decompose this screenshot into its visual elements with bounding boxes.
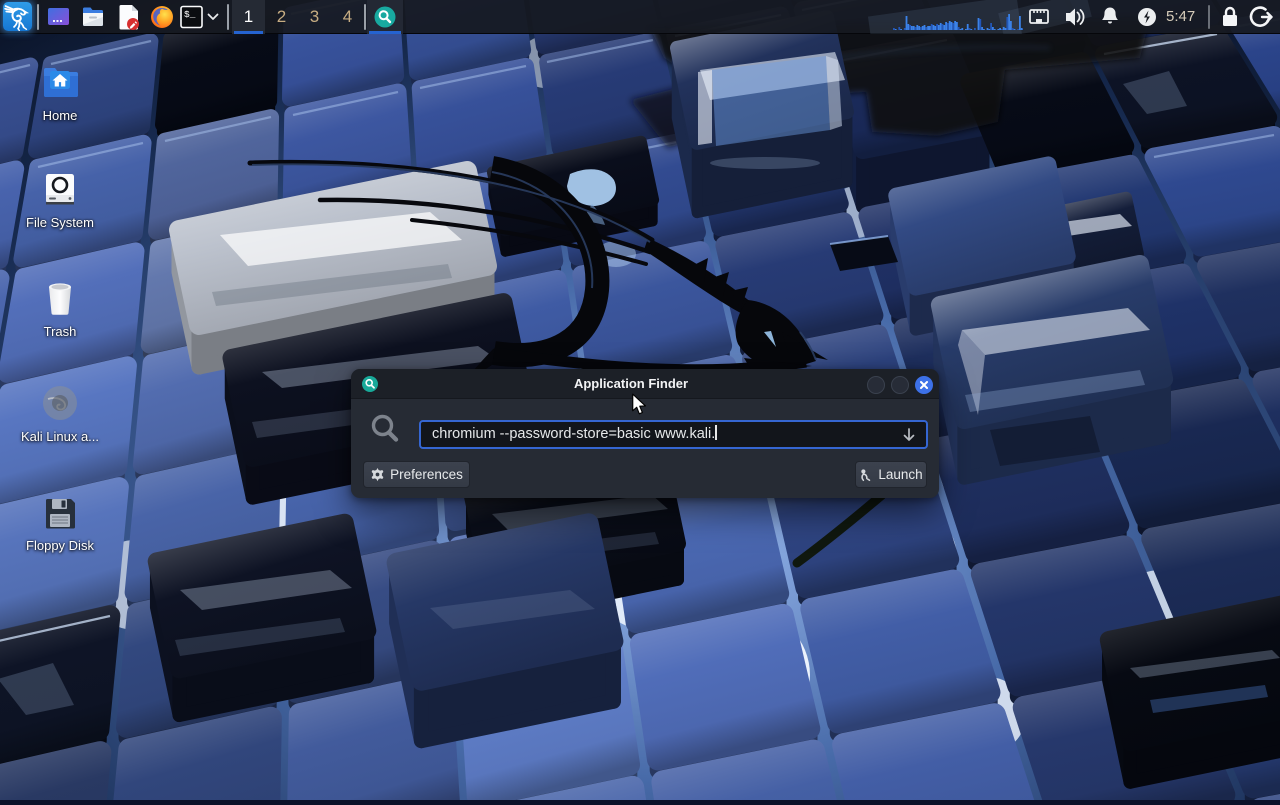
svg-text:$_: $_ <box>184 9 196 20</box>
